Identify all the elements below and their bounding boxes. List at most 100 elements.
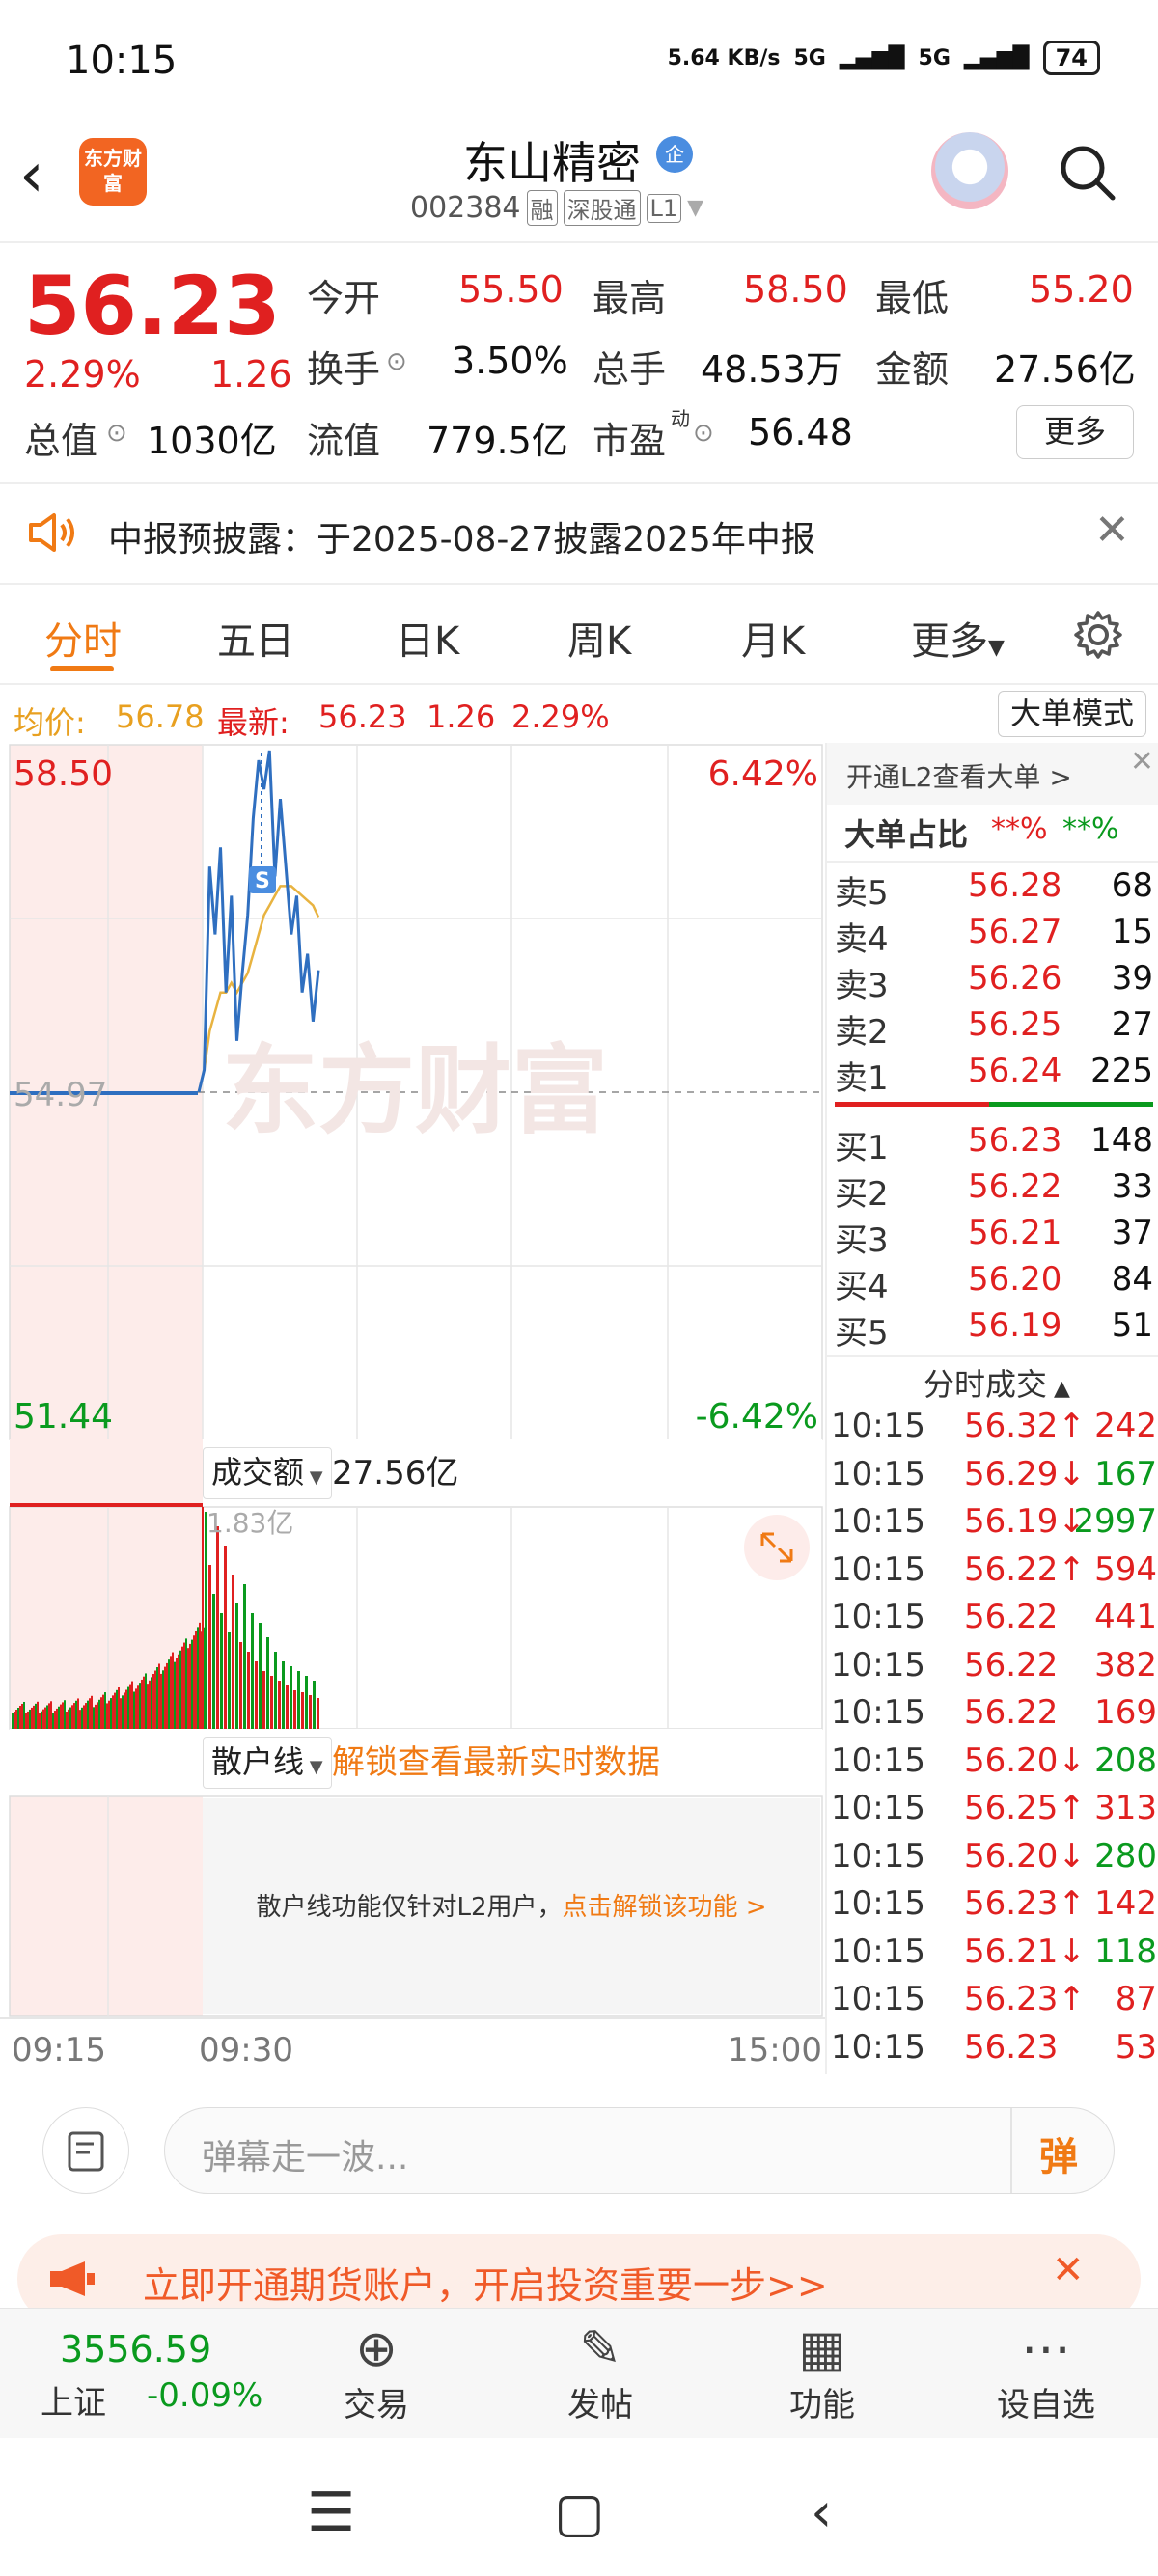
expand-button-bg[interactable] [744,1515,810,1580]
volume-bar [212,1594,215,1729]
volume-bar [220,1613,223,1729]
volume-bar [145,1673,147,1729]
volume-bar [27,1711,29,1729]
volume-bar [301,1692,304,1729]
index-pct[interactable]: -0.09% [147,2376,262,2415]
retail-unlock-link[interactable]: 解锁查看最新实时数据 [332,1737,660,1789]
volume-bar [151,1677,152,1729]
mktcap-value: 1030亿 [147,420,277,462]
trades-header[interactable]: 分时成交 ▲ [924,1360,1070,1405]
ask-row[interactable]: 卖4 56.27 15 [835,913,1153,959]
trade-volume: 382 [1094,1645,1157,1685]
volume-bar [266,1637,269,1729]
danmu-input[interactable]: 弹幕走一波... 弹 [164,2107,1115,2194]
assistant-avatar[interactable] [931,132,1008,209]
volume-bar [255,1661,258,1729]
nav-post[interactable]: ✎ 发帖 [533,2320,668,2425]
bid-row[interactable]: 买1 56.23 148 [835,1121,1153,1167]
megaphone-icon [50,2261,95,2296]
clock: 10:15 [66,39,178,83]
volume-selector[interactable]: 成交额 ▼ [203,1447,332,1499]
close-icon[interactable]: ✕ [1052,2248,1085,2292]
app-logo[interactable]: 东方财富 [79,138,147,206]
turnover-value: 3.50% [452,340,568,382]
info-icon[interactable]: ⊙ [693,419,714,448]
ask-row[interactable]: 卖3 56.26 39 [835,959,1153,1005]
retail-selector[interactable]: 散户线 ▼ [203,1737,332,1789]
ask-row[interactable]: 卖2 56.25 27 [835,1005,1153,1052]
ask-row[interactable]: 卖1 56.24 225 [835,1052,1153,1098]
settings-gear-icon[interactable] [1071,608,1125,662]
big-order-mode-button[interactable]: 大单模式 [998,691,1146,737]
tab-daily-k[interactable]: 日K [396,610,459,666]
vol-header-shade [10,1439,203,1507]
volume-bar [124,1692,125,1729]
volume-bar [133,1691,135,1729]
trade-row: 10:15 56.20↓ 280 [831,1837,1157,1883]
volume-bar [73,1703,75,1729]
bid-row[interactable]: 买4 56.20 84 [835,1260,1153,1306]
volume-bar [116,1689,118,1729]
float-value: 779.5亿 [427,420,568,462]
volume-bar [35,1703,37,1729]
volume-bar [81,1707,83,1729]
ratio-red: **% [991,812,1048,846]
intraday-chart[interactable]: 东方财富 S 58.50 54.97 51.44 6.42% -6.42% 1.… [0,743,825,2074]
trade-price: 56.25↑ [964,1789,1086,1827]
volume-bar [270,1676,273,1729]
amount-value: 27.56亿 [994,348,1136,391]
trade-volume: 87 [1115,1980,1157,2018]
menu-icon[interactable]: ☰ [307,2481,355,2544]
volume-bar [108,1700,110,1729]
ask-volume: 225 [1090,1052,1153,1090]
volume-bar [168,1659,170,1729]
nav-trade[interactable]: ⊕ 交易 [309,2320,444,2425]
dropdown-icon[interactable]: ▼ [687,196,703,220]
volume-bar [179,1650,181,1729]
tab-weekly-k[interactable]: 周K [567,610,631,666]
trade-time: 10:15 [831,1980,925,2018]
ask-row[interactable]: 卖5 56.28 68 [835,866,1153,913]
volume-bar [147,1684,149,1729]
notice-bar[interactable]: 中报预披露：于2025-08-27披露2025年中报 ✕ [0,484,1158,581]
more-button[interactable]: 更多 [1016,405,1134,459]
trade-volume: 280 [1094,1836,1157,1876]
volume-label: 总手 [593,348,667,391]
watermark: 东方财富 [222,1034,608,1147]
tab-more[interactable]: 更多▼ [911,610,1005,666]
volume-bar [85,1703,87,1729]
bid-row[interactable]: 买2 56.22 33 [835,1167,1153,1214]
tab-five-day[interactable]: 五日 [217,610,294,666]
close-icon[interactable]: ✕ [1094,506,1130,555]
bid-row[interactable]: 买3 56.21 37 [835,1214,1153,1260]
change-amount: 1.26 [210,353,292,396]
home-icon[interactable]: ▢ [554,2481,605,2544]
battery-icon: 74 [1042,41,1100,75]
volume-bar [193,1635,195,1729]
index-value[interactable]: 3556.59 [60,2328,211,2370]
back-nav-icon[interactable]: ‹ [811,2481,832,2544]
bid-row[interactable]: 买5 56.19 51 [835,1306,1153,1353]
back-icon[interactable]: ‹ [19,140,44,211]
info-icon[interactable]: ⊙ [106,419,127,448]
tab-intraday[interactable]: 分时 [44,610,122,666]
search-icon[interactable] [1057,142,1117,202]
volume-bar [224,1546,227,1729]
info-icon[interactable]: ⊙ [386,347,407,376]
note-button[interactable] [42,2107,129,2194]
l2-banner[interactable]: 开通L2查看大单 > ✕ [827,743,1158,805]
trade-price: 56.23↑ [964,1884,1086,1923]
volume-bar [239,1642,242,1729]
trade-row: 10:15 56.21↓ 118 [831,1932,1157,1979]
stock-name: 东山精密 [463,137,641,189]
index-name[interactable]: 上证 [41,2376,106,2424]
retail-link[interactable]: 点击解锁该功能 > [562,1893,766,1922]
nav-add-watchlist[interactable]: ⋯ 设自选 [979,2320,1114,2425]
nav-functions[interactable]: ▦ 功能 [755,2320,890,2425]
danmu-toggle-icon[interactable]: 弹 [1039,2125,1078,2181]
volume-bar [158,1663,160,1729]
tab-monthly-k[interactable]: 月K [741,610,805,666]
order-book-panel: 开通L2查看大单 > ✕ 大单占比 **% **% 卖5 56.28 68 卖4 56.… [825,743,1158,2074]
volume-bar [160,1673,162,1729]
close-icon[interactable]: ✕ [1130,745,1154,779]
